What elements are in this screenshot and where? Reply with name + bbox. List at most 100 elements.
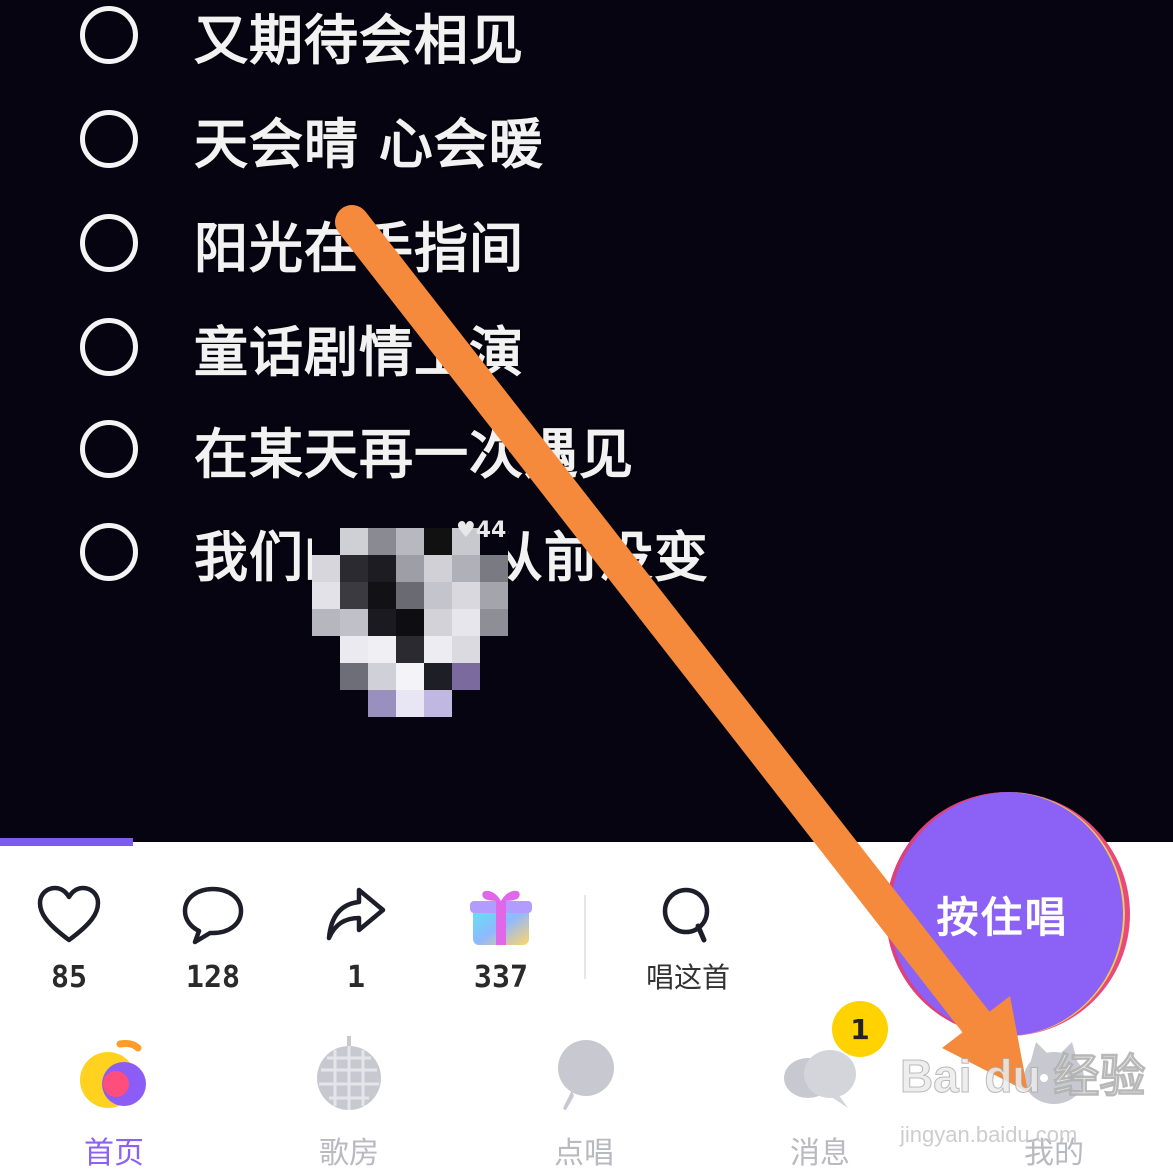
lyric-text: 又期待会相见 [194, 8, 524, 72]
heart-icon [37, 885, 101, 943]
search-song-icon [662, 887, 710, 943]
mosaic-pixel [396, 690, 424, 717]
mosaic-pixel [340, 609, 368, 636]
gift-button[interactable]: 337 [441, 880, 561, 995]
pixelated-avatar[interactable] [312, 528, 508, 718]
lyric-line: 又期待会相见 [80, 0, 524, 75]
comment-icon [182, 886, 244, 945]
mosaic-pixel [368, 609, 396, 636]
mosaic-pixel [424, 690, 452, 717]
mosaic-pixel [396, 636, 424, 663]
mosaic-pixel [480, 609, 508, 636]
mosaic-pixel [368, 528, 396, 555]
comment-button[interactable]: 128 [153, 880, 273, 995]
mosaic-pixel [340, 663, 368, 690]
like-count: 85 [50, 960, 88, 995]
tab-mine-label: 我的 [1024, 1136, 1084, 1171]
share-icon [326, 887, 386, 941]
comment-count: 128 [185, 960, 241, 995]
lyric-bullet-icon [80, 420, 138, 478]
bottom-tab-bar: 首页 歌房 点唱 消息 我的 [0, 1010, 1173, 1173]
mosaic-pixel [424, 663, 452, 690]
mosaic-pixel [368, 582, 396, 609]
mosaic-pixel [480, 582, 508, 609]
mosaic-pixel [396, 582, 424, 609]
tab-request-song-label: 点唱 [554, 1136, 614, 1171]
messages-unread-badge: 1 [832, 1001, 888, 1057]
mosaic-pixel [452, 663, 480, 690]
mosaic-pixel [340, 636, 368, 663]
mosaic-pixel [480, 690, 508, 717]
mosaic-pixel [312, 690, 340, 717]
mosaic-pixel [396, 609, 424, 636]
like-button[interactable]: 85 [9, 880, 129, 995]
video-player[interactable]: 又期待会相见 天会晴 心会暖 阳光在手指间 童话剧情上演 在某天再一次遇见 我们… [0, 0, 1173, 842]
mosaic-pixel [312, 663, 340, 690]
mosaic-pixel [396, 528, 424, 555]
tab-request-song[interactable]: 点唱 [514, 1028, 654, 1172]
mosaic-pixel [396, 663, 424, 690]
mosaic-pixel [424, 636, 452, 663]
mosaic-pixel [312, 609, 340, 636]
mosaic-pixel [340, 528, 368, 555]
sing-this-button[interactable]: 唱这首 [628, 880, 748, 996]
mosaic-pixel [452, 690, 480, 717]
home-icon [80, 1040, 146, 1108]
lyric-line: 在某天再一次遇见 [80, 409, 634, 489]
mosaic-pixel [312, 636, 340, 663]
hold-to-sing-label: 按住唱 [936, 892, 1069, 942]
mosaic-pixel [340, 555, 368, 582]
lyric-line: 天会晴 心会暖 [80, 99, 544, 179]
share-count: 1 [346, 960, 366, 995]
mosaic-pixel [480, 636, 508, 663]
mosaic-pixel [368, 636, 396, 663]
gift-icon [470, 890, 532, 945]
share-button[interactable]: 1 [296, 880, 416, 995]
lyric-bullet-icon [80, 110, 138, 168]
tab-ktv-room-label: 歌房 [319, 1136, 379, 1171]
mosaic-pixel [340, 582, 368, 609]
tab-home[interactable]: 首页 [44, 1028, 184, 1172]
mosaic-pixel [452, 555, 480, 582]
mosaic-pixel [452, 582, 480, 609]
mini-heart-icon: ♥ [456, 518, 476, 543]
mosaic-pixel [312, 555, 340, 582]
mosaic-pixel [424, 528, 452, 555]
tab-mine[interactable]: 我的 [984, 1028, 1124, 1172]
lyric-line: 童话剧情上演 [80, 307, 524, 387]
profile-cat-icon [1024, 1042, 1084, 1104]
tab-ktv-room[interactable]: 歌房 [279, 1028, 419, 1172]
mosaic-pixel [424, 609, 452, 636]
mosaic-pixel [480, 555, 508, 582]
disco-ball-icon [317, 1036, 381, 1110]
mosaic-pixel [368, 663, 396, 690]
lyric-bullet-icon [80, 6, 138, 64]
lyric-bullet-icon [80, 214, 138, 272]
tab-messages-label: 消息 [790, 1136, 850, 1171]
mosaic-pixel [368, 690, 396, 717]
gift-count: 337 [473, 960, 529, 995]
microphone-icon [558, 1040, 614, 1110]
tab-home-label: 首页 [84, 1136, 144, 1171]
hold-to-sing-button[interactable]: 按住唱 [886, 792, 1130, 1036]
lyric-text: 在某天再一次遇见 [194, 422, 634, 486]
mosaic-pixel [312, 528, 340, 555]
lyric-line: 阳光在手指间 [80, 203, 524, 283]
mosaic-pixel [368, 555, 396, 582]
mosaic-pixel [312, 582, 340, 609]
lyric-text: 童话剧情上演 [194, 320, 524, 384]
lyric-text: 阳光在手指间 [194, 216, 524, 280]
sing-this-label: 唱这首 [645, 961, 730, 994]
mosaic-pixel [424, 555, 452, 582]
lyric-bullet-icon [80, 523, 138, 581]
lyric-bullet-icon [80, 318, 138, 376]
mosaic-pixel [340, 690, 368, 717]
mosaic-pixel [480, 663, 508, 690]
mosaic-pixel [424, 582, 452, 609]
mini-like-value: 44 [475, 518, 507, 543]
mosaic-pixel [452, 636, 480, 663]
mosaic-pixel [396, 555, 424, 582]
mini-like-count: ♥44 [456, 518, 506, 543]
playback-progress-bar[interactable] [0, 838, 133, 846]
lyric-text: 天会晴 心会暖 [194, 112, 544, 176]
